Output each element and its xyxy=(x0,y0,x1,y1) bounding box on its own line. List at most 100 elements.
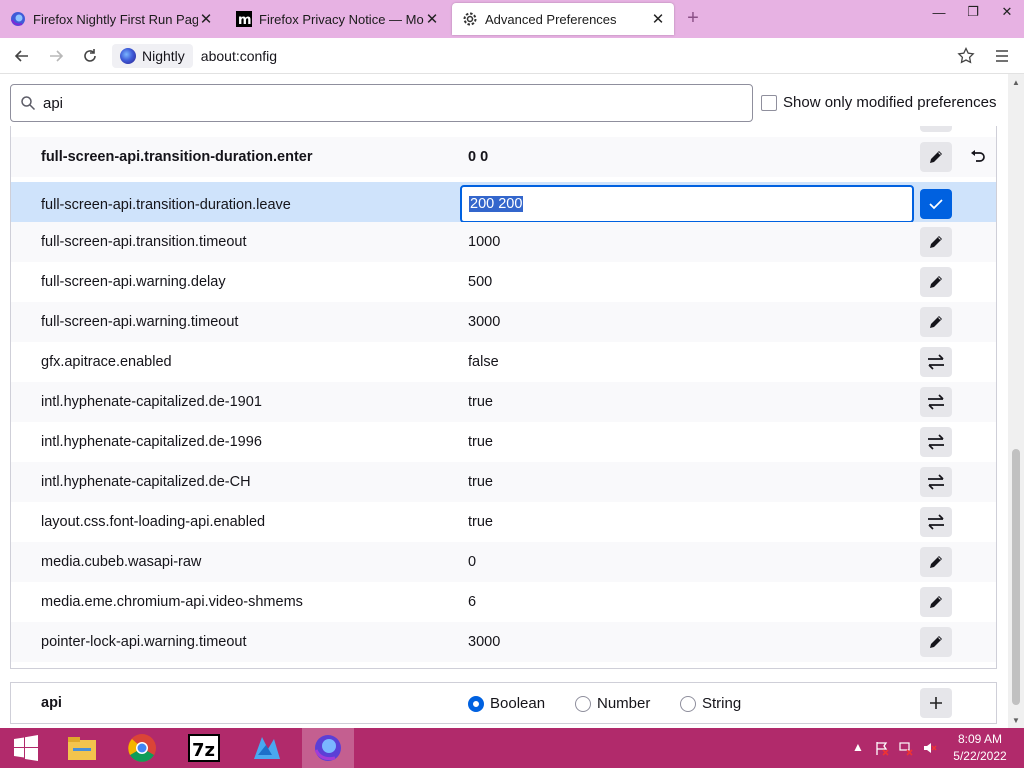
preference-value: true xyxy=(468,394,493,410)
preference-row[interactable]: gfx.apitrace.enabled false xyxy=(11,342,996,382)
forward-button[interactable] xyxy=(44,44,68,68)
about-config-page: api Show only modified preferences full-… xyxy=(0,74,1008,728)
preference-row[interactable]: full-screen-api.transition-duration.ente… xyxy=(11,137,996,177)
tab-privacy-notice[interactable]: m Firefox Privacy Notice — Mozilla ✕ xyxy=(226,3,448,35)
pencil-icon xyxy=(930,151,942,163)
preference-value: 0 0 xyxy=(468,149,489,165)
preference-name: intl.hyphenate-capitalized.de-1901 xyxy=(41,394,262,410)
preference-row[interactable]: intl.hyphenate-capitalized.de-1996 true xyxy=(11,422,996,462)
back-arrow-icon xyxy=(14,50,28,62)
edit-button[interactable] xyxy=(920,142,952,172)
firefox-nightly-icon[interactable] xyxy=(302,728,354,768)
toggle-button[interactable] xyxy=(920,126,952,132)
radio-button[interactable] xyxy=(575,695,591,712)
search-input[interactable]: api xyxy=(10,84,753,122)
bookmark-star-button[interactable] xyxy=(954,44,978,68)
preference-name: intl.hyphenate-capitalized.de-CH xyxy=(41,474,251,490)
preference-name: intl.hyphenate-capitalized.de-1996 xyxy=(41,434,262,450)
edit-button[interactable] xyxy=(920,307,952,337)
preference-row[interactable]: pointer-lock-api.warning.timeout 3000 xyxy=(11,622,996,662)
edit-button[interactable] xyxy=(920,587,952,617)
show-modified-label: Show only modified preferences xyxy=(783,94,997,111)
pencil-icon xyxy=(930,596,942,608)
menu-button[interactable] xyxy=(990,44,1014,68)
reload-button[interactable] xyxy=(78,44,102,68)
show-hidden-icons-icon[interactable]: ▲ xyxy=(852,740,864,754)
close-tab-icon[interactable]: ✕ xyxy=(424,11,440,28)
preference-value: 500 xyxy=(468,274,493,290)
edit-button[interactable] xyxy=(920,627,952,657)
show-modified-checkbox[interactable]: Show only modified preferences xyxy=(761,94,996,111)
vertical-scrollbar[interactable]: ▲ ▼ xyxy=(1008,74,1024,728)
url-bar[interactable]: Nightly about:config xyxy=(112,42,950,70)
restore-button[interactable]: ❐ xyxy=(956,0,990,24)
back-button[interactable] xyxy=(10,44,34,68)
taskbar-clock[interactable]: 8:09 AM 5/22/2022 xyxy=(944,731,1016,765)
chrome-icon[interactable] xyxy=(116,728,168,768)
action-center-flag-icon[interactable] xyxy=(874,740,890,759)
reset-arrow-icon xyxy=(971,150,985,162)
toggle-button[interactable] xyxy=(920,467,952,497)
preference-row[interactable]: media.eme.chromium-api.video-shmems 6 xyxy=(11,582,996,622)
radio-button[interactable] xyxy=(680,695,696,712)
app-icon[interactable] xyxy=(240,728,292,768)
new-preference-name: api xyxy=(41,695,62,711)
edit-button[interactable] xyxy=(920,267,952,297)
preference-row[interactable]: full-screen-api.warning.delay 500 xyxy=(11,262,996,302)
preference-name: gfx.apitrace.enabled xyxy=(41,354,172,370)
preference-value-input[interactable]: 200 200 xyxy=(460,185,914,223)
toggle-button[interactable] xyxy=(920,387,952,417)
identity-box[interactable]: Nightly xyxy=(112,44,193,68)
7zip-icon[interactable]: 7z xyxy=(178,728,230,768)
preference-row[interactable]: intl.hyphenate-capitalized.de-CH true xyxy=(11,462,996,502)
navigation-bar: Nightly about:config xyxy=(0,38,1024,74)
add-preference-button[interactable] xyxy=(920,688,952,718)
new-tab-button[interactable]: + xyxy=(683,8,703,28)
clock-time: 8:09 AM xyxy=(957,732,1003,746)
tab-advanced-preferences[interactable]: Advanced Preferences ✕ xyxy=(452,3,674,35)
toggle-arrows-icon xyxy=(928,474,944,490)
volume-muted-icon[interactable] xyxy=(922,740,938,759)
preference-name: full-screen-api.warning.timeout xyxy=(41,314,239,330)
close-tab-icon[interactable]: ✕ xyxy=(198,11,214,28)
edit-button[interactable] xyxy=(920,547,952,577)
preference-row[interactable]: full-screen-api.pointer-lock.enabledtrue xyxy=(11,126,996,137)
toggle-arrows-icon xyxy=(928,434,944,450)
preference-row[interactable]: full-screen-api.warning.timeout 3000 xyxy=(11,302,996,342)
preference-row[interactable]: full-screen-api.transition.timeout 1000 xyxy=(11,222,996,262)
checkbox-box[interactable] xyxy=(761,94,777,111)
tab-first-run[interactable]: Firefox Nightly First Run Page ✕ xyxy=(0,3,222,35)
toggle-button[interactable] xyxy=(920,427,952,457)
preference-name: media.eme.chromium-api.video-shmems xyxy=(41,594,303,610)
url-text[interactable]: about:config xyxy=(201,48,277,64)
preference-name: full-screen-api.transition-duration.ente… xyxy=(41,149,313,165)
minimize-button[interactable]: — xyxy=(922,0,956,24)
file-explorer-icon[interactable] xyxy=(56,728,108,768)
preference-row[interactable]: layout.css.font-loading-api.enabled true xyxy=(11,502,996,542)
save-button[interactable] xyxy=(920,189,952,219)
reset-button[interactable] xyxy=(964,142,990,172)
toggle-button[interactable] xyxy=(920,347,952,377)
plus-icon xyxy=(930,697,942,709)
start-button[interactable] xyxy=(0,728,52,768)
toggle-button[interactable] xyxy=(920,507,952,537)
edit-button[interactable] xyxy=(920,227,952,257)
scroll-up-arrow-icon[interactable]: ▲ xyxy=(1008,74,1024,90)
type-radio-number[interactable]: Number xyxy=(575,695,650,712)
star-icon xyxy=(957,47,975,64)
network-icon[interactable] xyxy=(898,740,914,759)
preference-value: 3000 xyxy=(468,634,501,650)
preference-row[interactable]: media.cubeb.wasapi-raw 0 xyxy=(11,542,996,582)
scroll-down-arrow-icon[interactable]: ▼ xyxy=(1008,712,1024,728)
preference-row[interactable]: intl.hyphenate-capitalized.de-1901 true xyxy=(11,382,996,422)
scrollbar-thumb[interactable] xyxy=(1012,449,1020,705)
type-radio-string[interactable]: String xyxy=(680,695,741,712)
close-tab-icon[interactable]: ✕ xyxy=(650,11,666,28)
close-window-button[interactable]: ✕ xyxy=(990,0,1024,24)
preference-value: true xyxy=(468,434,493,450)
preference-name: pointer-lock-api.warning.timeout xyxy=(41,634,247,650)
radio-button[interactable] xyxy=(468,695,484,712)
type-radio-boolean[interactable]: Boolean xyxy=(468,695,545,712)
preference-row[interactable]: full-screen-api.transition-duration.leav… xyxy=(11,182,996,227)
toggle-arrows-icon xyxy=(928,394,944,410)
